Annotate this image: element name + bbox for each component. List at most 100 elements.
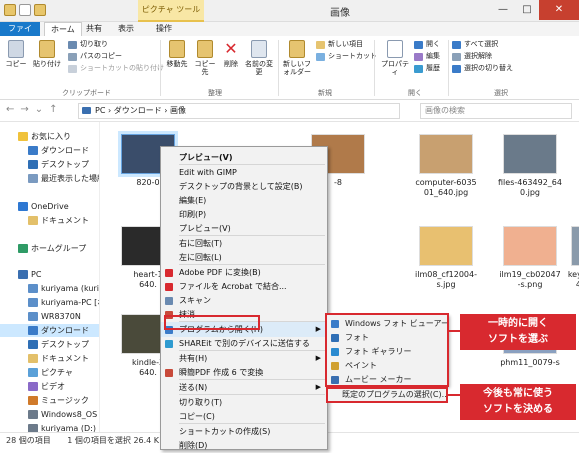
tab-manage[interactable]: 操作 <box>150 22 178 36</box>
window-title: 画像 <box>330 8 350 19</box>
context-menu-item[interactable]: スキャン <box>161 293 327 308</box>
select-none-button[interactable]: 選択解除 <box>452 52 492 61</box>
history-button[interactable]: 履歴 <box>414 64 440 73</box>
sidebar-item[interactable]: デスクトップ <box>0 158 99 171</box>
new-folder-button[interactable]: 新しいフォルダー <box>282 40 312 76</box>
maximize-button[interactable]: □ <box>515 0 539 20</box>
menu-item-icon <box>165 269 173 277</box>
context-menu-item[interactable]: 左に回転(L) <box>161 250 327 265</box>
address-bar[interactable]: PC › ダウンロード › 画像 <box>78 103 400 119</box>
sidebar-item[interactable]: PC <box>0 268 99 281</box>
folder-icon <box>28 410 38 419</box>
callout-connector <box>448 330 460 332</box>
copy-label: コピー <box>5 60 27 68</box>
select-all-button[interactable]: すべて選択 <box>452 40 498 49</box>
copy-button[interactable]: コピー <box>4 40 28 68</box>
file-thumbnail[interactable] <box>503 226 557 266</box>
folder-icon[interactable] <box>4 4 16 16</box>
choose-default-program-item[interactable]: 既定のプログラムの選択(C)... <box>326 387 448 403</box>
submenu-arrow-icon: ▶ <box>315 354 321 362</box>
cut-button[interactable]: 切り取り <box>68 40 108 49</box>
edit-button[interactable]: 編集 <box>414 52 440 61</box>
context-menu-item[interactable]: 切り取り(T) <box>161 395 327 410</box>
context-menu-item[interactable]: コピー(C) <box>161 409 327 424</box>
sidebar-item[interactable]: ダウンロード <box>0 324 99 337</box>
file-thumbnail[interactable] <box>571 226 579 266</box>
folder-icon <box>18 244 28 253</box>
search-input[interactable]: 画像の検索 <box>420 103 572 119</box>
file-name: ilm08_cf12004- s.jpg <box>415 270 477 289</box>
tab-view[interactable]: 表示 <box>112 22 140 36</box>
context-menu-item[interactable]: 送る(N) ▶ <box>161 380 327 395</box>
properties-button[interactable]: プロパティ <box>378 40 412 76</box>
sidebar-item[interactable]: kuriyama (D:) <box>0 422 99 432</box>
sidebar-item[interactable]: ダウンロード <box>0 144 99 157</box>
tab-share[interactable]: 共有 <box>80 22 108 36</box>
context-menu-item[interactable]: デスクトップの背景として設定(B) <box>161 179 327 194</box>
copy-to-button[interactable]: コピー先 <box>192 40 218 76</box>
file-name: files-463492_64 0.jpg <box>498 178 562 197</box>
file-name: computer-6035 01_640.jpg <box>415 178 477 197</box>
tab-file[interactable]: ファイル <box>0 22 40 47</box>
new-folder-icon[interactable] <box>34 4 46 16</box>
sidebar-item[interactable]: ドキュメント <box>0 352 99 365</box>
ribbon-tabs: ファイル ホーム 共有 表示 操作 <box>0 22 579 47</box>
sidebar-item-label: Windows8_OS ( <box>41 410 100 419</box>
context-menu-item[interactable]: Adobe PDF に変換(B) <box>161 265 327 280</box>
file-thumbnail[interactable] <box>419 134 473 174</box>
context-menu-item[interactable]: SHAREit で別のデバイスに送信する <box>161 336 327 351</box>
paste-shortcut-button[interactable]: ショートカットの貼り付け <box>68 64 164 73</box>
context-menu-item[interactable]: ファイルを Acrobat で結合... <box>161 279 327 294</box>
rename-button[interactable]: 名前の変更 <box>244 40 274 76</box>
context-menu-item[interactable]: 共有(H) ▶ <box>161 351 327 366</box>
sidebar-item[interactable]: ビデオ <box>0 380 99 393</box>
sidebar-item-label: ミュージック <box>41 396 89 405</box>
back-arrow-icon[interactable]: ← <box>6 104 14 115</box>
context-menu-item[interactable]: ショートカットの作成(S) <box>161 424 327 439</box>
folder-icon <box>18 270 28 279</box>
context-menu-item[interactable]: Edit with GIMP <box>161 165 327 180</box>
chevron-down-icon[interactable]: ⌄ <box>35 104 43 115</box>
sidebar-item[interactable]: お気に入り <box>0 130 99 143</box>
forward-arrow-icon[interactable]: → <box>20 104 28 115</box>
open-button[interactable]: 開く <box>414 40 440 49</box>
folder-icon <box>28 312 38 321</box>
sidebar-item[interactable]: デスクトップ <box>0 338 99 351</box>
context-menu-item[interactable]: 印刷(P) <box>161 207 327 222</box>
sidebar-item[interactable]: ピクチャ <box>0 366 99 379</box>
up-arrow-icon[interactable]: ↑ <box>49 104 57 115</box>
context-menu-item[interactable]: 削除(D) <box>161 438 327 453</box>
menu-item-label: 左に回転(L) <box>179 253 222 262</box>
context-menu-item[interactable]: プレビュー(V) <box>161 150 327 165</box>
tab-home[interactable]: ホーム <box>44 22 82 36</box>
context-menu-item[interactable]: 瞬簡PDF 作成 6 で変換 <box>161 365 327 380</box>
invert-selection-button[interactable]: 選択の切り替え <box>452 64 513 73</box>
context-menu-item[interactable]: 編集(E) <box>161 193 327 208</box>
sidebar-item[interactable]: OneDrive <box>0 200 99 213</box>
sidebar-item[interactable]: ミュージック <box>0 394 99 407</box>
shortcut-button[interactable]: ショートカット <box>316 52 377 61</box>
move-to-button[interactable]: 移動先 <box>164 40 190 68</box>
sidebar-item[interactable]: ホームグループ <box>0 242 99 255</box>
invert-selection-label: 選択の切り替え <box>464 64 513 72</box>
file-thumbnail[interactable] <box>419 226 473 266</box>
new-item-button[interactable]: 新しい項目 <box>316 40 363 49</box>
folder-icon <box>28 146 38 155</box>
copy-path-button[interactable]: パスのコピー <box>68 52 122 61</box>
properties-icon[interactable] <box>19 4 31 16</box>
sidebar-item[interactable]: ドキュメント <box>0 214 99 227</box>
paste-button[interactable]: 貼り付け <box>32 40 62 68</box>
sidebar-item[interactable]: Windows8_OS ( <box>0 408 100 421</box>
context-menu-item[interactable]: 右に回転(T) <box>161 236 327 251</box>
select-none-label: 選択解除 <box>464 52 492 60</box>
sidebar-item[interactable]: kuriyama-PC [ホ <box>0 296 99 309</box>
file-thumbnail[interactable] <box>503 134 557 174</box>
minimize-button[interactable]: — <box>491 0 515 20</box>
delete-button[interactable]: ✕ 削除 <box>220 40 242 68</box>
sidebar-item[interactable]: WR8370N <box>0 310 99 323</box>
delete-label: 削除 <box>224 60 238 68</box>
context-menu-item[interactable]: プレビュー(V) <box>161 221 327 236</box>
close-button[interactable]: ✕ <box>539 0 579 20</box>
sidebar-item[interactable]: 最近表示した場所 <box>0 172 99 185</box>
sidebar-item[interactable]: kuriyama (kuriya <box>0 282 99 295</box>
